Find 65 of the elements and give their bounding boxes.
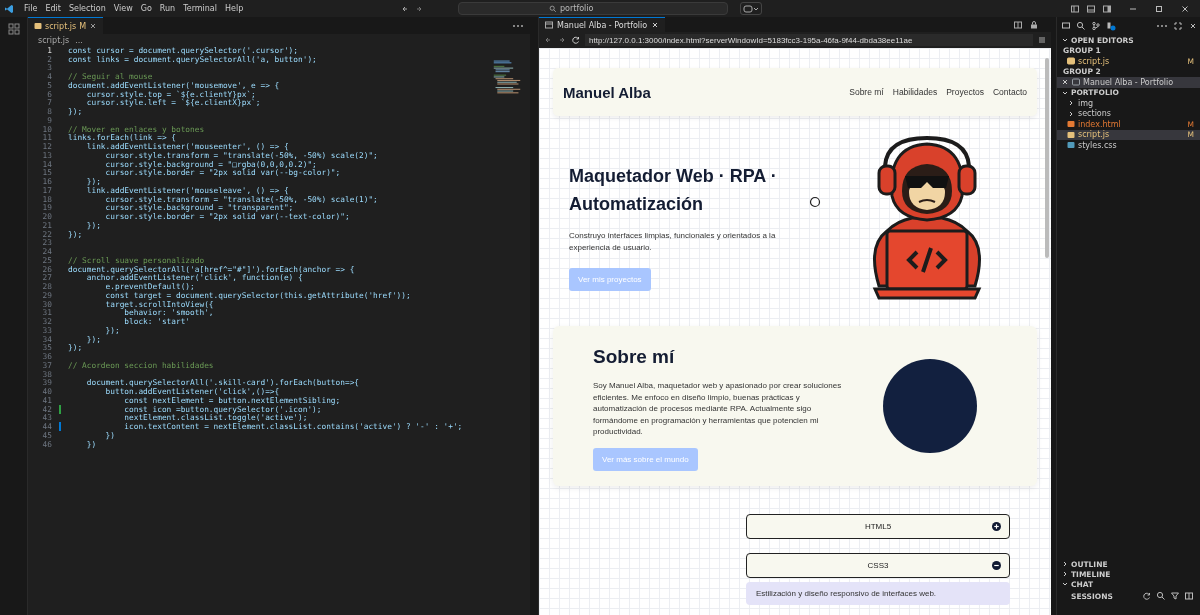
new-chat-icon[interactable] <box>1061 21 1071 31</box>
breadcrumb-item[interactable]: ... <box>75 35 83 45</box>
menu-item[interactable]: Go <box>136 4 156 13</box>
extensions-icon[interactable] <box>1106 21 1116 31</box>
source-control-icon[interactable] <box>1091 21 1101 31</box>
file-tree-item[interactable]: sections <box>1057 108 1200 119</box>
refresh-icon[interactable] <box>1142 591 1152 601</box>
menu-item[interactable]: File <box>20 4 42 13</box>
skill-accordion[interactable]: CSS3 <box>746 553 1010 578</box>
maximize-icon[interactable] <box>1173 21 1183 31</box>
back-arrow-icon[interactable] <box>543 35 553 45</box>
menu-item[interactable]: Selection <box>64 4 110 13</box>
close-icon[interactable] <box>651 21 660 29</box>
site-logo-text[interactable]: Manuel Alba <box>563 83 651 101</box>
vscode-logo-icon <box>4 3 14 14</box>
skill-accordion[interactable]: HTML5 <box>746 514 1010 539</box>
menu-item[interactable]: Help <box>221 4 248 13</box>
file-icon <box>1067 57 1075 66</box>
editor-tab[interactable]: script.js M <box>28 17 104 34</box>
url-field[interactable]: http://127.0.0.1:3000/index.html?serverWindowId=5183fcc3-195a-46fa-9f44-dbda38ee11ae <box>585 34 1033 46</box>
menu-icon[interactable] <box>1037 35 1047 45</box>
reload-icon[interactable] <box>571 35 581 45</box>
lock-icon[interactable] <box>1029 19 1039 30</box>
browser-tab[interactable]: Manuel Alba - Portfolio <box>539 17 666 32</box>
skill-description: Estilización y diseño responsivo de interfaces web. <box>746 582 1010 605</box>
close-icon[interactable] <box>89 22 98 30</box>
menu-item[interactable]: Terminal <box>179 4 221 13</box>
forward-arrow-icon[interactable] <box>557 35 567 45</box>
menu-item[interactable]: Edit <box>41 4 65 13</box>
filter-icon[interactable] <box>1170 591 1180 601</box>
maximize-icon[interactable] <box>1154 3 1164 14</box>
about-text: Soy Manuel Alba, maquetador web y apasionado por crear soluciones eficientes. Me enfoco en diseño limpio, buenas prácticas y automatización de procesos mediante RPA. Actualmente sigo formándome en programación y herramientas que potencien mi productividad. <box>593 380 843 438</box>
sidebar-icon[interactable] <box>1102 3 1112 14</box>
file-tree-item[interactable]: styles.css <box>1057 140 1200 151</box>
breadcrumb-item[interactable]: script.js <box>38 35 70 45</box>
menu-item[interactable]: View <box>109 4 137 13</box>
nav-link[interactable]: Sobre mí <box>849 87 884 97</box>
scrollbar-thumb[interactable] <box>1045 58 1049 258</box>
preview-icon <box>545 21 553 29</box>
about-heading: Sobre mí <box>593 346 676 368</box>
close-icon[interactable] <box>1180 3 1190 14</box>
close-icon[interactable] <box>1188 21 1198 31</box>
panel-icon[interactable] <box>1086 3 1096 14</box>
file-icon <box>1072 78 1080 87</box>
open-editor-item[interactable]: Manuel Alba - Portfolio <box>1057 77 1200 88</box>
command-center-search[interactable]: portfolio <box>458 2 728 15</box>
more-actions-icon[interactable] <box>1156 24 1168 28</box>
file-tree-item[interactable]: img <box>1057 98 1200 109</box>
cursor-ring-icon <box>809 196 821 208</box>
layout-icon[interactable] <box>1070 3 1080 14</box>
layout-icon[interactable] <box>1184 591 1194 601</box>
search-icon[interactable] <box>1076 21 1086 31</box>
close-icon[interactable] <box>1061 78 1069 87</box>
hero-heading: Maquetador Web · RPA · Automatización <box>569 165 778 216</box>
menu-item[interactable]: Run <box>155 4 180 13</box>
file-icon <box>34 22 42 30</box>
nav-link[interactable]: Habilidades <box>892 87 938 97</box>
search-icon <box>549 4 557 13</box>
more-actions-icon[interactable] <box>512 23 524 28</box>
nav-link[interactable]: Proyectos <box>946 87 984 97</box>
chat-menu-button[interactable] <box>740 2 762 15</box>
nav-link[interactable]: Contacto <box>992 87 1027 97</box>
hero-text: Construyo interfaces limpias, funcionales y orientados a la experiencia de usuario. <box>569 230 777 254</box>
split-editor-icon[interactable] <box>1013 19 1023 30</box>
search-icon[interactable] <box>1156 591 1166 601</box>
